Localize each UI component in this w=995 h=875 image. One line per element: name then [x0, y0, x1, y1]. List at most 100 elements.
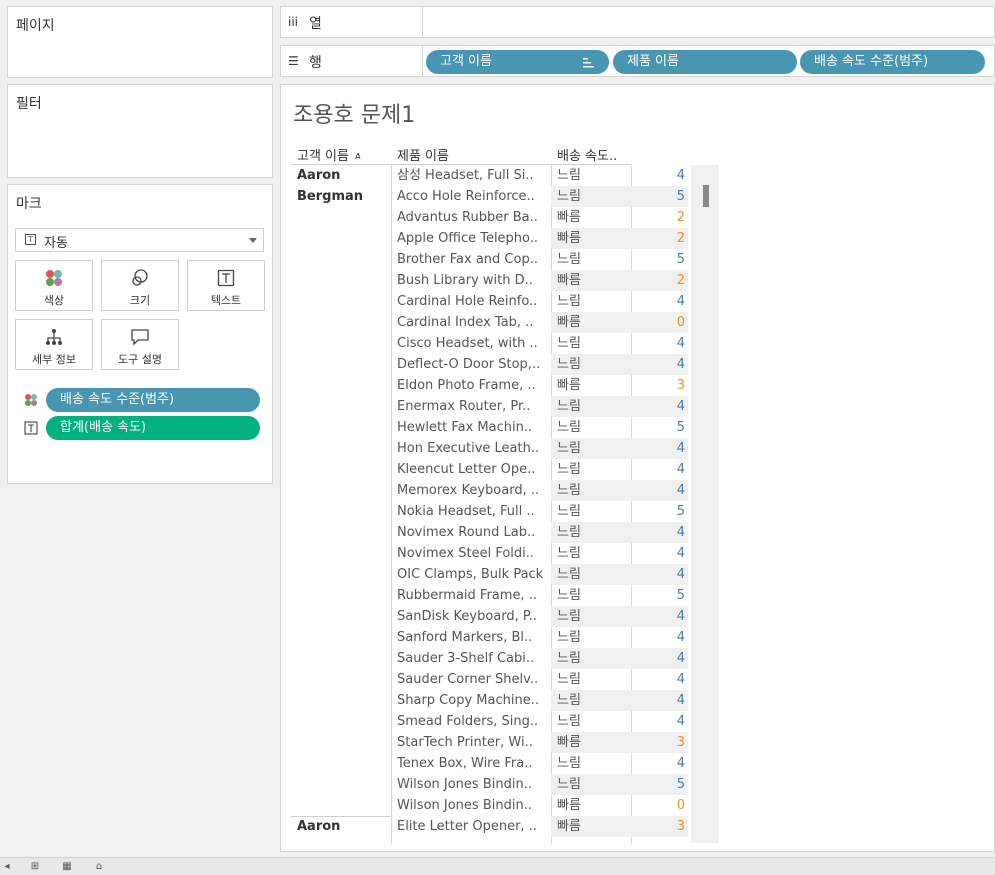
table-row[interactable]: Wilson Jones Bindin.. 느림 5: [391, 774, 691, 795]
shipping-speed-sum-cell[interactable]: 3: [631, 816, 688, 837]
table-row[interactable]: Deflect-O Door Stop,.. 느림 4: [391, 354, 691, 375]
product-name-cell[interactable]: Advantus Rubber Ba..: [397, 207, 549, 228]
header-shipping-speed[interactable]: 배송 속도..: [557, 145, 617, 164]
shipping-speed-sum-cell[interactable]: 4: [631, 564, 688, 585]
table-row[interactable]: Kleencut Letter Ope.. 느림 4: [391, 459, 691, 480]
product-name-cell[interactable]: Elite Letter Opener, ..: [397, 816, 549, 837]
shipping-speed-sum-cell[interactable]: 4: [631, 333, 688, 354]
product-name-cell[interactable]: Novimex Round Lab..: [397, 522, 549, 543]
product-name-cell[interactable]: Cardinal Hole Reinfo..: [397, 291, 549, 312]
shipping-speed-sum-cell[interactable]: 0: [631, 795, 688, 816]
table-row[interactable]: Cardinal Index Tab, .. 빠름 0: [391, 312, 691, 333]
shipping-speed-cell[interactable]: 느림: [551, 522, 631, 543]
pages-card[interactable]: 페이지: [7, 6, 273, 78]
shipping-speed-cell[interactable]: 느림: [551, 396, 631, 417]
row-pill-shipping-speed-category[interactable]: 배송 속도 수준(범주): [800, 50, 985, 74]
shipping-speed-sum-cell[interactable]: 4: [631, 627, 688, 648]
shipping-speed-sum-cell[interactable]: 4: [631, 606, 688, 627]
product-name-cell[interactable]: StarTech Printer, Wi..: [397, 732, 549, 753]
shipping-speed-cell[interactable]: 느림: [551, 690, 631, 711]
new-sheet-icon[interactable]: ⊞: [28, 861, 42, 873]
table-row[interactable]: Brother Fax and Cop.. 느림 5: [391, 249, 691, 270]
shipping-speed-cell[interactable]: 느림: [551, 459, 631, 480]
table-row[interactable]: Eldon Photo Frame, .. 빠름 3: [391, 375, 691, 396]
shipping-speed-cell[interactable]: 느림: [551, 711, 631, 732]
shipping-speed-sum-cell[interactable]: 4: [631, 480, 688, 501]
shipping-speed-cell[interactable]: 느림: [551, 291, 631, 312]
filters-card[interactable]: 필터: [7, 84, 273, 178]
product-name-cell[interactable]: Smead Folders, Sing..: [397, 711, 549, 732]
product-name-cell[interactable]: Sauder Corner Shelv..: [397, 669, 549, 690]
shipping-speed-cell[interactable]: 느림: [551, 648, 631, 669]
table-row[interactable]: Novimex Round Lab.. 느림 4: [391, 522, 691, 543]
shipping-speed-sum-cell[interactable]: 4: [631, 291, 688, 312]
shipping-speed-sum-cell[interactable]: 5: [631, 585, 688, 606]
new-story-icon[interactable]: ⌂: [92, 861, 106, 873]
shipping-speed-sum-cell[interactable]: 2: [631, 228, 688, 249]
shipping-speed-cell[interactable]: 느림: [551, 417, 631, 438]
shipping-speed-sum-cell[interactable]: 4: [631, 165, 688, 186]
table-row[interactable]: Apple Office Telepho.. 빠름 2: [391, 228, 691, 249]
table-row[interactable]: Tenex Box, Wire Fra.. 느림 4: [391, 753, 691, 774]
header-product-name[interactable]: 제품 이름: [397, 145, 449, 164]
shipping-speed-cell[interactable]: 느림: [551, 753, 631, 774]
table-row[interactable]: Memorex Keyboard, .. 느림 4: [391, 480, 691, 501]
product-name-cell[interactable]: Sharp Copy Machine..: [397, 690, 549, 711]
product-name-cell[interactable]: Novimex Steel Foldi..: [397, 543, 549, 564]
table-row[interactable]: Enermax Router, Pr.. 느림 4: [391, 396, 691, 417]
table-row[interactable]: Sharp Copy Machine.. 느림 4: [391, 690, 691, 711]
shipping-speed-sum-cell[interactable]: 5: [631, 186, 688, 207]
table-row[interactable]: OIC Clamps, Bulk Pack 느림 4: [391, 564, 691, 585]
product-name-cell[interactable]: Tenex Box, Wire Fra..: [397, 753, 549, 774]
shipping-speed-cell[interactable]: 느림: [551, 606, 631, 627]
table-row[interactable]: Rubbermaid Frame, .. 느림 5: [391, 585, 691, 606]
mark-type-dropdown[interactable]: T 자동: [15, 228, 264, 252]
table-row[interactable]: Advantus Rubber Ba.. 빠름 2: [391, 207, 691, 228]
sum-shipping-speed-pill[interactable]: 합계(배송 속도): [46, 416, 260, 440]
shipping-speed-cell[interactable]: 느림: [551, 501, 631, 522]
shipping-speed-cell[interactable]: 느림: [551, 543, 631, 564]
table-row[interactable]: StarTech Printer, Wi.. 빠름 3: [391, 732, 691, 753]
shipping-speed-sum-cell[interactable]: 4: [631, 459, 688, 480]
row-pill-product-name[interactable]: 제품 이름: [613, 50, 797, 74]
table-row[interactable]: Sauder Corner Shelv.. 느림 4: [391, 669, 691, 690]
row-pill-customer-name[interactable]: 고객 이름: [426, 50, 609, 74]
shipping-speed-cell[interactable]: 느림: [551, 669, 631, 690]
shipping-speed-cell[interactable]: 느림: [551, 480, 631, 501]
table-row[interactable]: Novimex Steel Foldi.. 느림 4: [391, 543, 691, 564]
table-row[interactable]: Smead Folders, Sing.. 느림 4: [391, 711, 691, 732]
product-name-cell[interactable]: Wilson Jones Bindin..: [397, 795, 549, 816]
product-name-cell[interactable]: OIC Clamps, Bulk Pack: [397, 564, 549, 585]
shipping-speed-sum-cell[interactable]: 5: [631, 774, 688, 795]
shipping-speed-cell[interactable]: 빠름: [551, 732, 631, 753]
product-name-cell[interactable]: Brother Fax and Cop..: [397, 249, 549, 270]
shipping-speed-cell[interactable]: 빠름: [551, 270, 631, 291]
shipping-speed-sum-cell[interactable]: 2: [631, 207, 688, 228]
product-name-cell[interactable]: Sauder 3-Shelf Cabi..: [397, 648, 549, 669]
product-name-cell[interactable]: Nokia Headset, Full ..: [397, 501, 549, 522]
shipping-speed-sum-cell[interactable]: 4: [631, 690, 688, 711]
table-row[interactable]: Acco Hole Reinforce.. 느림 5: [391, 186, 691, 207]
shipping-speed-sum-cell[interactable]: 3: [631, 732, 688, 753]
shipping-speed-sum-cell[interactable]: 5: [631, 417, 688, 438]
shipping-speed-sum-cell[interactable]: 0: [631, 312, 688, 333]
table-row[interactable]: Hon Executive Leath.. 느림 4: [391, 438, 691, 459]
product-name-cell[interactable]: Cardinal Index Tab, ..: [397, 312, 549, 333]
product-name-cell[interactable]: Sanford Markers, Bl..: [397, 627, 549, 648]
table-row[interactable]: SanDisk Keyboard, P.. 느림 4: [391, 606, 691, 627]
table-row[interactable]: Cisco Headset, with .. 느림 4: [391, 333, 691, 354]
table-row[interactable]: Nokia Headset, Full .. 느림 5: [391, 501, 691, 522]
shipping-speed-sum-cell[interactable]: 5: [631, 501, 688, 522]
shipping-speed-sum-cell[interactable]: 4: [631, 396, 688, 417]
shipping-speed-cell[interactable]: 느림: [551, 354, 631, 375]
scrollbar-thumb[interactable]: [703, 185, 709, 207]
shipping-speed-cell[interactable]: 느림: [551, 774, 631, 795]
new-dashboard-icon[interactable]: ▦: [60, 861, 74, 873]
shipping-speed-sum-cell[interactable]: 3: [631, 375, 688, 396]
shipping-speed-cell[interactable]: 빠름: [551, 795, 631, 816]
shipping-speed-cell[interactable]: 빠름: [551, 207, 631, 228]
shipping-speed-cell[interactable]: 느림: [551, 249, 631, 270]
shipping-speed-cell[interactable]: 느림: [551, 333, 631, 354]
product-name-cell[interactable]: Enermax Router, Pr..: [397, 396, 549, 417]
shipping-speed-cell[interactable]: 빠름: [551, 816, 631, 837]
